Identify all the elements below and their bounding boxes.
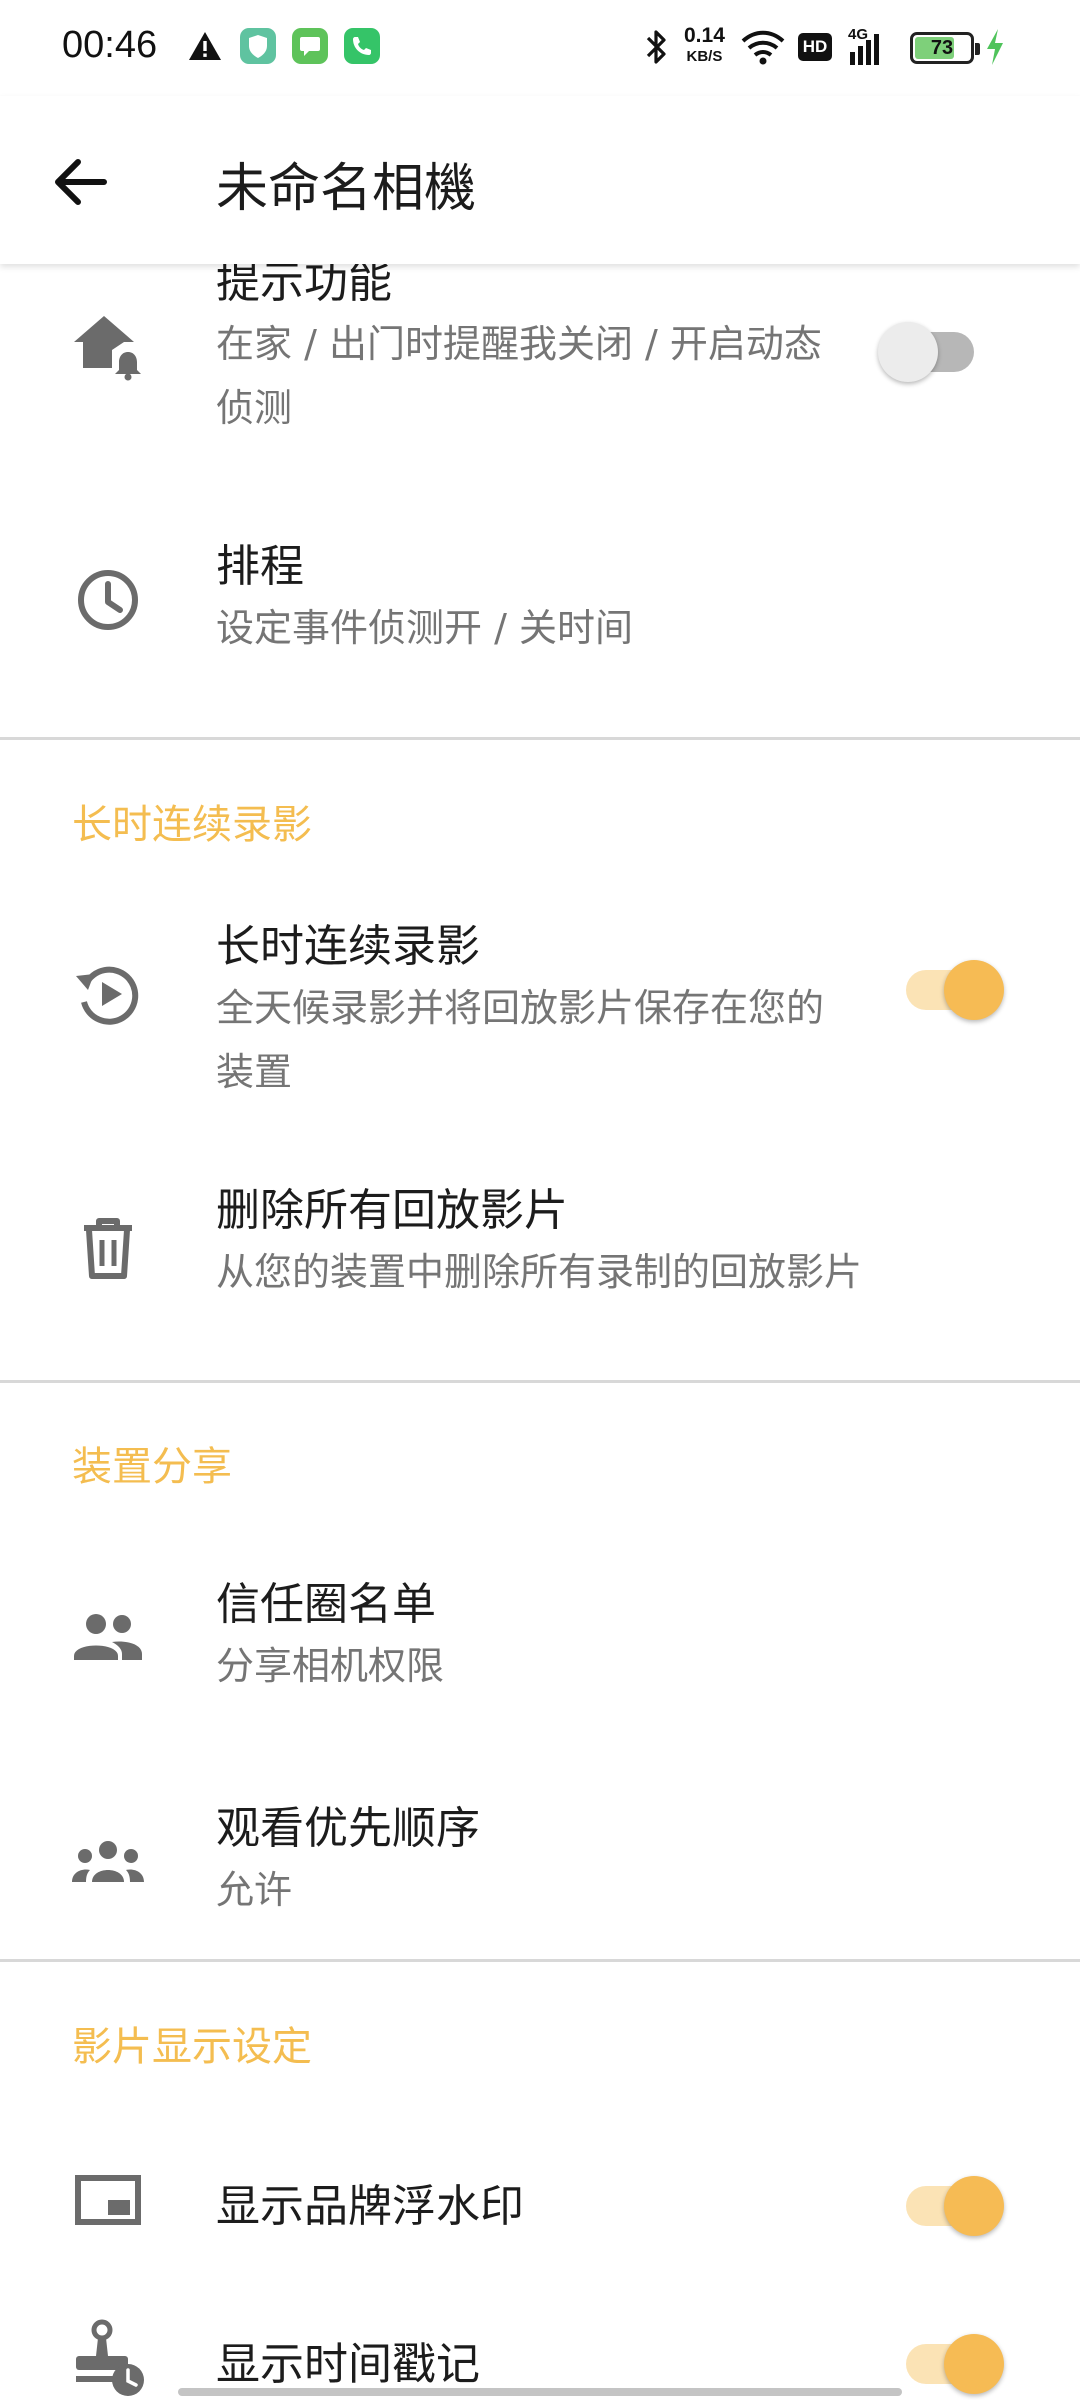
phone-app-icon [344,28,380,64]
bluetooth-icon [646,30,666,64]
setting-title: 长时连续录影 [216,921,480,972]
setting-schedule[interactable]: 排程 设定事件侦测开 / 关时间 [0,520,1080,690]
setting-brand-watermark[interactable]: 显示品牌浮水印 [0,2120,1080,2280]
back-button[interactable] [40,142,120,222]
shield-app-icon [240,28,276,64]
page-title: 未命名相機 [216,159,477,219]
people-icon [74,1614,142,1660]
divider [0,737,1080,740]
setting-subtitle: 全天候录影并将回放影片保存在您的装置 [216,986,825,1094]
clock-icon [78,570,138,630]
gesture-navigation-bar[interactable] [178,2388,902,2396]
section-header-sharing: 装置分享 [72,1444,232,1490]
setting-title: 排程 [216,541,304,592]
setting-viewing-priority[interactable]: 观看优先顺序 允许 [0,1782,1080,1952]
divider [0,1959,1080,1962]
message-app-icon [292,28,328,64]
continuous-recording-toggle[interactable] [900,954,1004,1020]
section-header-continuous: 长时连续录影 [72,802,312,848]
setting-title: 删除所有回放影片 [216,1185,568,1236]
home-bell-icon [74,316,141,381]
stamp-clock-icon [76,2319,144,2396]
setting-delete-all-recordings[interactable]: 删除所有回放影片 从您的装置中删除所有录制的回放影片 [0,1164,1080,1334]
timestamp-toggle[interactable] [900,2328,1004,2394]
setting-title: 提示功能 [216,264,392,308]
divider [0,1380,1080,1383]
setting-alert[interactable]: 提示功能 在家 / 出门时提醒我关闭 / 开启动态侦测 [0,264,1080,470]
setting-continuous-recording[interactable]: 长时连续录影 全天候录影并将回放影片保存在您的装置 [0,904,1080,1134]
charging-icon [987,29,1003,65]
settings-list[interactable]: 提示功能 在家 / 出门时提醒我关闭 / 开启动态侦测 排程 设定事件侦测开 /… [0,264,1080,2400]
brand-watermark-toggle[interactable] [900,2170,1004,2236]
setting-subtitle: 允许 [216,1868,293,1912]
setting-subtitle: 在家 / 出门时提醒我关闭 / 开启动态侦测 [216,322,822,430]
setting-title: 观看优先顺序 [216,1803,480,1854]
setting-subtitle: 设定事件侦测开 / 关时间 [216,606,633,650]
status-bar: 00:46 0.14 KB/S HD 4G 73 [0,0,1080,96]
setting-title: 显示品牌浮水印 [216,2181,524,2232]
network-speed-unit: KB/S [686,48,723,65]
setting-subtitle: 分享相机权限 [216,1644,445,1688]
hd-badge: HD [798,33,832,61]
setting-subtitle: 从您的装置中删除所有录制的回放影片 [216,1250,863,1294]
arrow-left-icon [55,159,107,205]
battery-percent: 73 [930,37,954,59]
signal-icon [850,34,879,65]
warning-icon [189,32,221,60]
wifi-icon [741,30,785,65]
setting-trusted-circle[interactable]: 信任圈名单 分享相机权限 [0,1558,1080,1728]
status-time: 00:46 [62,24,158,66]
setting-title: 显示时间戳记 [216,2339,480,2390]
network-speed: 0.14 KB/S [684,24,725,66]
setting-title: 信任圈名单 [216,1579,436,1630]
alert-toggle[interactable] [878,316,980,382]
section-header-video-display: 影片显示设定 [72,2024,312,2070]
app-bar: 未命名相機 [0,96,1080,264]
trash-icon [84,1218,132,1279]
replay-icon [76,966,139,1025]
battery-indicator: 73 [910,32,980,64]
setting-timestamp[interactable]: 显示时间戳记 [0,2294,1080,2400]
picture-in-picture-icon [75,2175,141,2225]
groups-icon [72,1841,144,1882]
network-speed-value: 0.14 [684,24,725,47]
